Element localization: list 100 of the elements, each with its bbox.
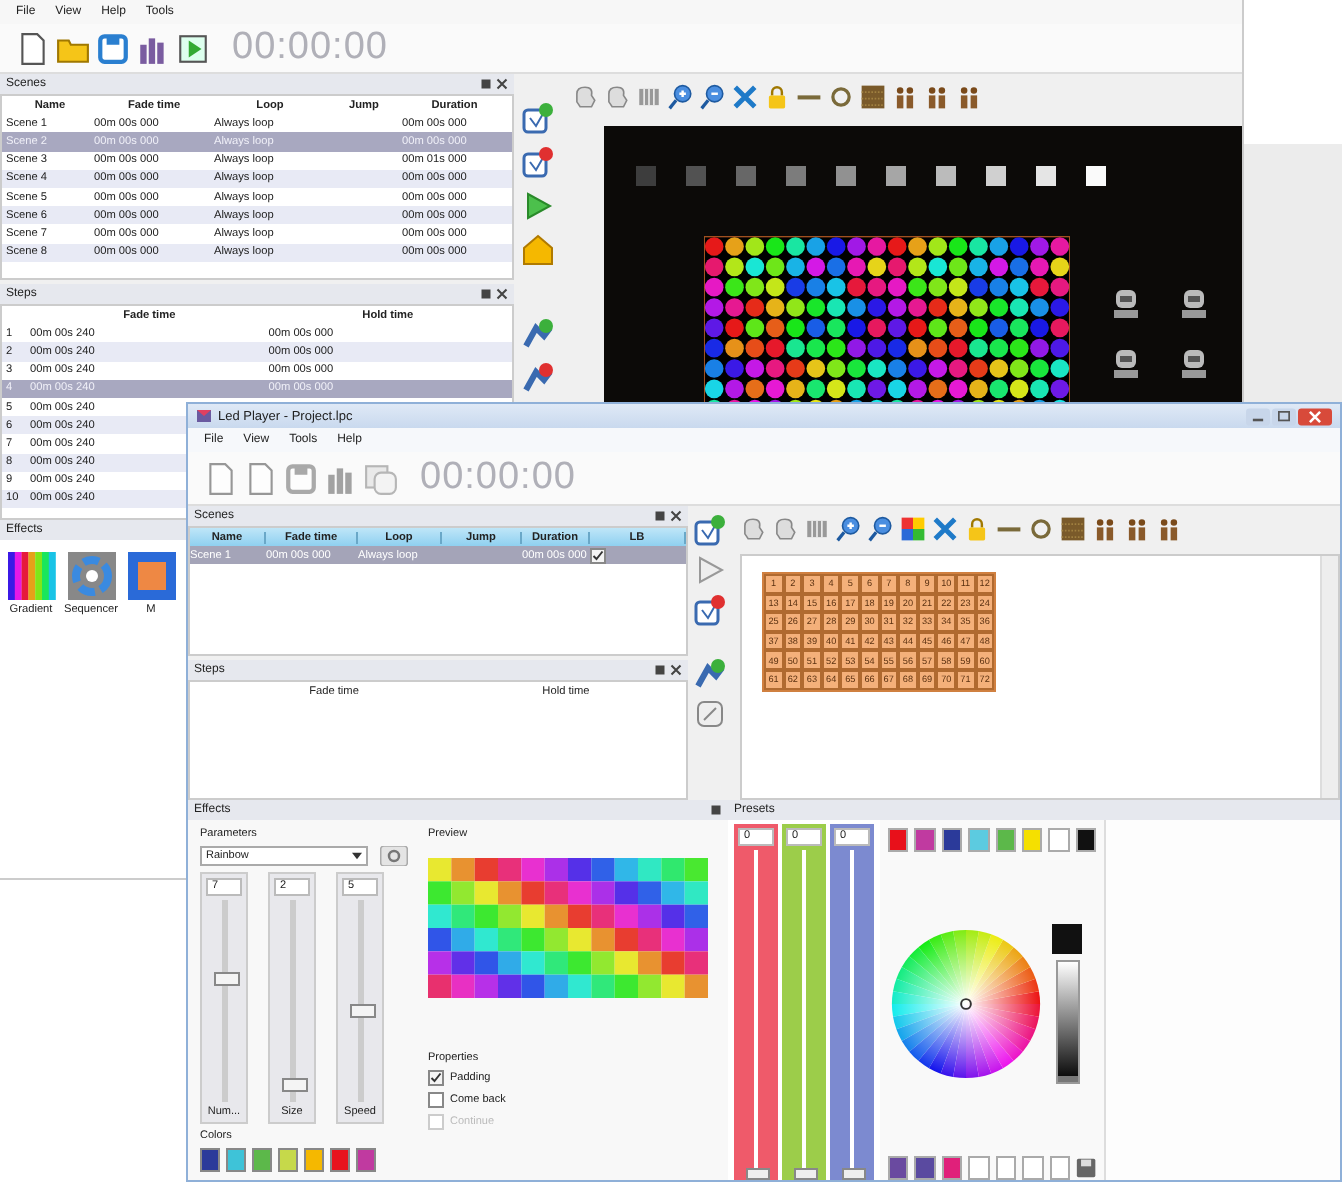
color-swatch[interactable] (304, 1148, 324, 1172)
dock-icon[interactable] (654, 664, 666, 676)
dimmer-square (1036, 166, 1056, 186)
dimmer-square (636, 166, 656, 186)
ring-icon[interactable] (828, 83, 854, 109)
ring-icon[interactable] (1028, 515, 1054, 541)
color-swatch[interactable] (995, 1156, 1017, 1180)
color-swatch[interactable] (968, 828, 989, 852)
dimmer-square (986, 166, 1006, 186)
figures-icon[interactable] (1124, 515, 1150, 541)
add-scene-icon[interactable] (694, 514, 726, 546)
zoom-out-icon[interactable] (700, 83, 726, 109)
close-icon[interactable] (670, 664, 682, 676)
dimmer-square (886, 166, 906, 186)
zoom-in-icon[interactable] (668, 83, 694, 109)
color-swatch[interactable] (1049, 1156, 1070, 1180)
dimmer-square (786, 166, 806, 186)
dock-icon[interactable] (710, 804, 722, 816)
figures-icon[interactable] (892, 83, 918, 109)
add-scene-icon[interactable] (522, 102, 555, 134)
checkbox[interactable] (590, 547, 606, 564)
color-swatch[interactable] (914, 1156, 936, 1180)
close-icon[interactable] (670, 510, 682, 522)
moving-head-icon (1110, 348, 1142, 380)
page-icon[interactable] (244, 461, 278, 495)
dimmer-square (936, 166, 956, 186)
save-icon[interactable] (96, 31, 130, 65)
slider-thumb[interactable] (746, 1168, 770, 1180)
house-icon[interactable] (522, 234, 555, 266)
zoom-out-icon[interactable] (868, 515, 894, 541)
dock-icon[interactable] (479, 288, 492, 300)
close-icon[interactable] (495, 288, 508, 300)
color-swatch[interactable] (252, 1148, 272, 1172)
color-swatch[interactable] (941, 828, 963, 852)
remove-scene-icon[interactable] (522, 146, 555, 178)
pattern-icon[interactable] (1060, 515, 1086, 541)
save-icon[interactable] (1075, 1156, 1097, 1180)
checkbox[interactable] (428, 1070, 444, 1086)
color-swatch[interactable] (888, 1156, 909, 1180)
color-swatch[interactable] (888, 828, 909, 852)
effect-icon[interactable] (127, 552, 175, 600)
slider-thumb[interactable] (1057, 1076, 1077, 1082)
zoom-in-icon[interactable] (836, 515, 862, 541)
checkbox[interactable] (428, 1092, 444, 1108)
color-swatch[interactable] (330, 1148, 350, 1172)
caret-icon[interactable] (352, 852, 362, 860)
dock-icon[interactable] (654, 510, 666, 522)
color-swatch[interactable] (1075, 828, 1096, 852)
color-swatch[interactable] (356, 1148, 376, 1172)
color-swatch[interactable] (1022, 1156, 1044, 1180)
color-swatch[interactable] (200, 1148, 220, 1172)
figures-icon[interactable] (1092, 515, 1118, 541)
sequencer-icon[interactable] (67, 552, 115, 600)
dimmer-square (686, 166, 706, 186)
dimmer-square (1086, 166, 1106, 186)
color-swatch[interactable] (968, 1156, 990, 1180)
play-icon[interactable] (522, 190, 555, 222)
color-swatch[interactable] (995, 828, 1016, 852)
color-swatch[interactable] (941, 1156, 963, 1180)
color-squares-icon[interactable] (900, 515, 926, 541)
pattern-icon[interactable] (860, 83, 886, 109)
scrollbar[interactable] (1320, 556, 1338, 798)
maximize-icon[interactable] (1272, 407, 1296, 425)
slider-thumb[interactable] (842, 1168, 866, 1180)
figures-icon[interactable] (956, 83, 982, 109)
timer: 00:00:00 (232, 26, 388, 70)
settings-icon[interactable] (380, 846, 408, 866)
gradient-icon[interactable] (7, 552, 55, 600)
moving-head-icon (1110, 288, 1142, 320)
close-icon[interactable] (1298, 407, 1332, 425)
color-swatch[interactable] (914, 828, 936, 852)
save-icon[interactable] (284, 461, 318, 495)
figures-icon[interactable] (924, 83, 950, 109)
tools-icon[interactable] (932, 515, 958, 541)
app-icon (196, 408, 212, 424)
lock-icon[interactable] (964, 515, 990, 541)
minimize-icon[interactable] (1246, 407, 1270, 425)
lock-icon[interactable] (764, 83, 790, 109)
slider-thumb[interactable] (213, 972, 239, 987)
figures-icon[interactable] (1156, 515, 1182, 541)
slider-thumb[interactable] (794, 1168, 818, 1180)
remove-scene-icon[interactable] (694, 594, 726, 626)
dock-icon[interactable] (479, 78, 492, 90)
color-swatch[interactable] (278, 1148, 298, 1172)
color-swatch[interactable] (1048, 828, 1070, 852)
close-icon[interactable] (495, 78, 508, 90)
dimmer-square (836, 166, 856, 186)
moving-head-icon (1178, 288, 1210, 320)
play-icon[interactable] (176, 31, 210, 65)
color-swatch[interactable] (226, 1148, 246, 1172)
dimmer-square (736, 166, 756, 186)
moving-head-icon (1178, 348, 1210, 380)
timer: 00:00:00 (420, 456, 576, 500)
slider-thumb[interactable] (281, 1077, 307, 1092)
slider-thumb[interactable] (349, 1003, 375, 1018)
color-wheel[interactable] (888, 926, 1044, 1082)
current-color (1052, 924, 1082, 954)
tools-icon[interactable] (732, 83, 758, 109)
color-swatch[interactable] (1021, 828, 1043, 852)
file-icon[interactable] (16, 31, 50, 65)
